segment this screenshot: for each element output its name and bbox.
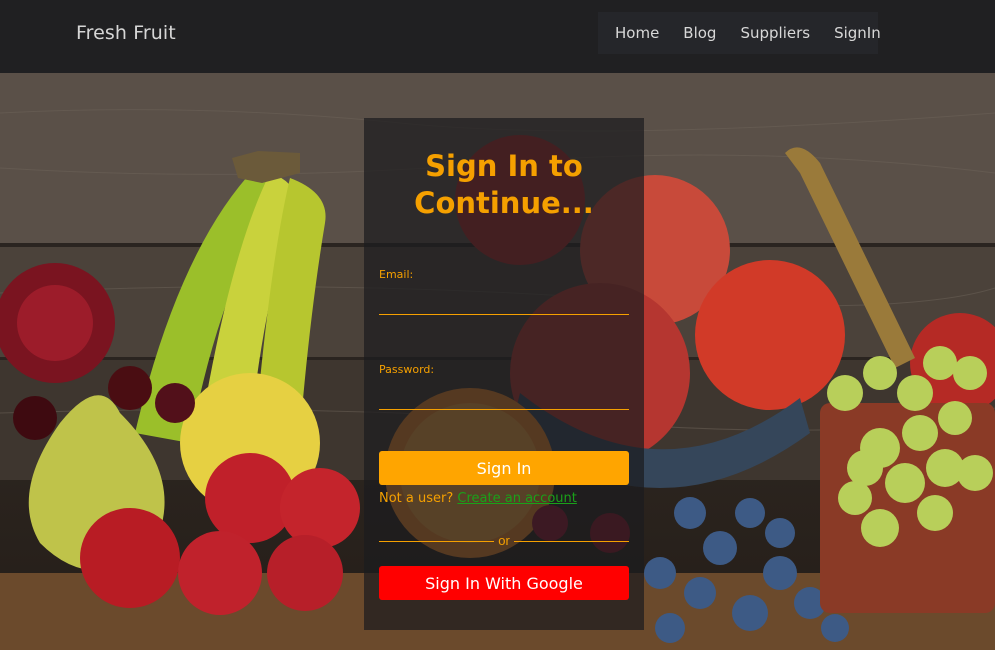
nav-menu: Home Blog Suppliers SignIn — [598, 12, 881, 54]
create-account-link[interactable]: Create an account — [457, 491, 576, 506]
password-field[interactable] — [379, 388, 629, 410]
password-label: Password: — [379, 363, 435, 376]
signin-button[interactable]: Sign In — [379, 451, 629, 485]
signin-title-line1: Sign In to — [425, 149, 583, 183]
signin-title-line2: Continue... — [414, 186, 594, 220]
divider-line-right — [514, 541, 629, 542]
navbar: Fresh Fruit Home Blog Suppliers SignIn — [0, 0, 995, 73]
create-account-note: Not a user? Create an account — [379, 491, 577, 506]
nav-link-signin[interactable]: SignIn — [834, 24, 881, 42]
signin-title: Sign In to Continue... — [364, 148, 644, 222]
nav-link-home[interactable]: Home — [615, 24, 659, 42]
google-signin-button[interactable]: Sign In With Google — [379, 566, 629, 600]
signin-card: Sign In to Continue... Email: Password: … — [364, 118, 644, 630]
email-label: Email: — [379, 268, 414, 281]
nav-link-suppliers[interactable]: Suppliers — [740, 24, 810, 42]
email-field[interactable] — [379, 293, 629, 315]
nav-link-blog[interactable]: Blog — [683, 24, 716, 42]
brand-logo-text[interactable]: Fresh Fruit — [76, 22, 176, 44]
not-user-text: Not a user? — [379, 491, 454, 506]
or-divider: or — [379, 533, 629, 549]
